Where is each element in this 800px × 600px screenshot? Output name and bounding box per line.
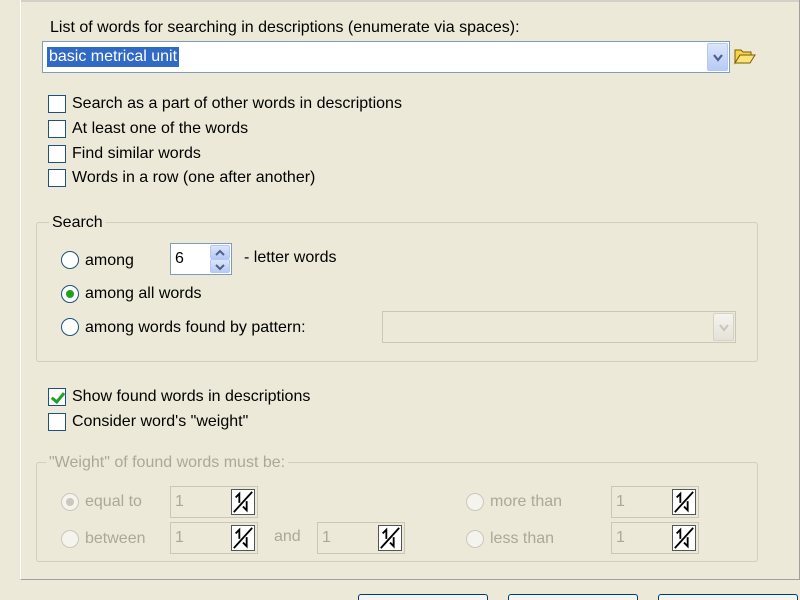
less-than-field[interactable]: 1 — [611, 522, 699, 554]
more-than-radio[interactable] — [466, 493, 484, 511]
search-part-of-words-label: Search as a part of other words in descr… — [72, 95, 402, 112]
more-than-spin-button[interactable] — [672, 489, 696, 515]
words-in-a-row-label: Words in a row (one after another) — [72, 169, 316, 186]
among-label: among — [85, 252, 134, 269]
pattern-combobox[interactable] — [382, 311, 736, 343]
find-similar-words-label: Find similar words — [72, 145, 201, 162]
between-spin-button[interactable] — [231, 525, 255, 551]
less-than-label: less than — [490, 530, 555, 547]
more-than-label: more than — [490, 493, 563, 510]
and-spin-button[interactable] — [378, 525, 402, 551]
dialog-button-2[interactable] — [508, 594, 638, 600]
equal-to-radio[interactable] — [61, 493, 79, 511]
letters-value[interactable]: 6 — [175, 249, 184, 269]
less-than-radio[interactable] — [466, 530, 484, 548]
chevron-down-icon — [719, 324, 729, 332]
among-radio[interactable] — [61, 251, 79, 269]
words-input-value[interactable]: basic metrical unit — [47, 47, 180, 67]
more-than-field[interactable]: 1 — [611, 486, 699, 518]
words-dropdown-button[interactable] — [707, 43, 728, 71]
among-all-words-radio[interactable] — [61, 285, 79, 303]
letters-spinbox[interactable]: 6 — [170, 243, 232, 275]
words-combobox[interactable]: basic metrical unit — [42, 41, 730, 73]
among-all-words-label: among all words — [85, 285, 202, 302]
spin-up-button[interactable] — [210, 245, 230, 259]
less-than-value[interactable]: 1 — [616, 528, 625, 548]
among-pattern-radio[interactable] — [61, 318, 79, 336]
search-part-of-words-checkbox[interactable] — [48, 95, 66, 113]
find-similar-words-checkbox[interactable] — [48, 145, 66, 163]
consider-weight-label: Consider word's "weight" — [72, 413, 249, 430]
equal-to-value[interactable]: 1 — [175, 492, 184, 512]
between-label: between — [85, 530, 146, 547]
chevron-up-icon — [215, 249, 225, 256]
equal-to-spin-button[interactable] — [231, 489, 255, 515]
up-down-arrows-icon — [233, 527, 253, 549]
words-label: List of words for searching in descripti… — [50, 19, 520, 36]
equal-to-label: equal to — [85, 493, 142, 510]
equal-to-field[interactable]: 1 — [170, 486, 258, 518]
weight-group-title: "Weight" of found words must be: — [46, 453, 289, 473]
more-than-value[interactable]: 1 — [616, 492, 625, 512]
pattern-dropdown-button[interactable] — [713, 313, 734, 341]
open-folder-icon[interactable] — [734, 47, 756, 65]
between-value[interactable]: 1 — [175, 528, 184, 548]
chevron-down-icon — [713, 54, 723, 62]
up-down-arrows-icon — [674, 491, 694, 513]
among-pattern-label: among words found by pattern: — [85, 319, 306, 336]
search-group-title: Search — [49, 213, 106, 233]
and-label: and — [274, 528, 301, 545]
at-least-one-word-label: At least one of the words — [72, 120, 249, 137]
chevron-down-icon — [215, 264, 225, 271]
and-field[interactable]: 1 — [317, 522, 405, 554]
between-radio[interactable] — [61, 530, 79, 548]
up-down-arrows-icon — [380, 527, 400, 549]
dialog-button-1[interactable] — [358, 594, 488, 600]
show-found-words-checkbox[interactable] — [48, 388, 66, 406]
and-value[interactable]: 1 — [322, 528, 331, 548]
at-least-one-word-checkbox[interactable] — [48, 120, 66, 138]
show-found-words-label: Show found words in descriptions — [72, 388, 311, 405]
letter-words-label: - letter words — [244, 249, 337, 266]
spin-down-button[interactable] — [210, 259, 230, 273]
between-field[interactable]: 1 — [170, 522, 258, 554]
less-than-spin-button[interactable] — [672, 525, 696, 551]
up-down-arrows-icon — [233, 491, 253, 513]
dialog-button-3[interactable] — [658, 594, 798, 600]
up-down-arrows-icon — [674, 527, 694, 549]
words-in-a-row-checkbox[interactable] — [48, 169, 66, 187]
consider-weight-checkbox[interactable] — [48, 413, 66, 431]
